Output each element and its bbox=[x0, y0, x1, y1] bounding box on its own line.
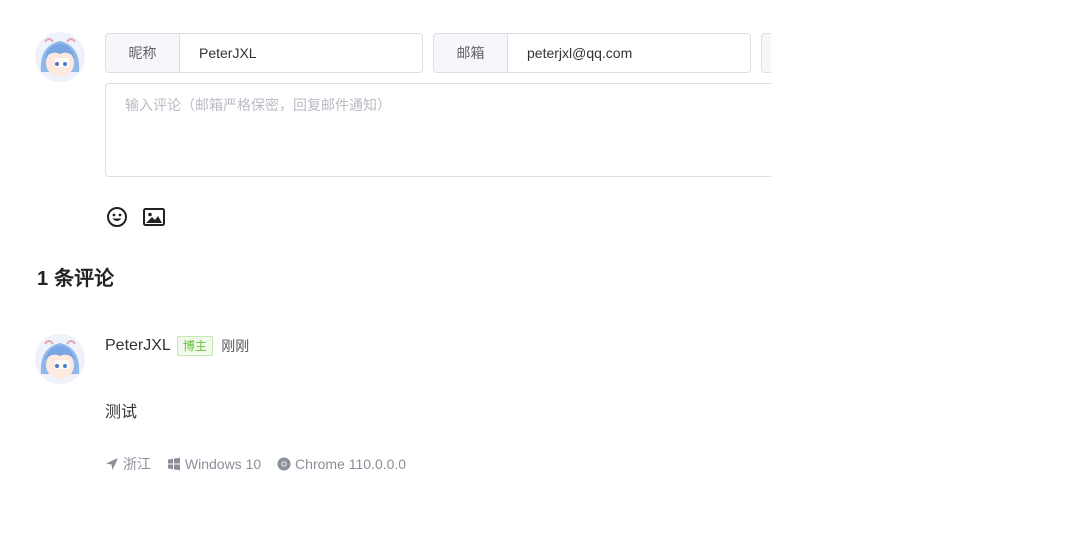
admin-badge: 博主 bbox=[176, 336, 213, 356]
comment-textarea[interactable]: 输入评论（邮箱严格保密，回复邮件通知） bbox=[105, 83, 786, 177]
nickname-field[interactable]: 昵称 bbox=[105, 33, 423, 73]
location-meta: 浙江 bbox=[105, 454, 151, 474]
comment-header: PeterJXL 博主 刚刚 bbox=[105, 336, 249, 358]
nickname-input[interactable] bbox=[199, 34, 399, 72]
comment-count-label: 条评论 bbox=[54, 268, 115, 290]
emoji-icon[interactable] bbox=[106, 206, 128, 228]
comment-author-avatar[interactable] bbox=[35, 334, 85, 384]
os-meta: Windows 10 bbox=[167, 456, 261, 472]
email-input[interactable] bbox=[527, 34, 727, 72]
user-avatar bbox=[35, 32, 85, 82]
location-arrow-icon bbox=[106, 458, 118, 470]
nickname-label: 昵称 bbox=[106, 34, 180, 72]
windows-icon bbox=[167, 457, 180, 471]
email-field[interactable]: 邮箱 bbox=[433, 33, 751, 73]
avatar-image-icon bbox=[35, 32, 85, 82]
clipped-area bbox=[771, 0, 1067, 536]
image-upload-icon[interactable] bbox=[142, 206, 165, 228]
chrome-icon bbox=[277, 457, 291, 471]
avatar-image-icon bbox=[35, 334, 85, 384]
comment-count-title: 1 条评论 bbox=[37, 262, 114, 291]
browser-meta: Chrome 110.0.0.0 bbox=[277, 456, 406, 472]
email-label: 邮箱 bbox=[434, 34, 508, 72]
comment-placeholder: 输入评论（邮箱严格保密，回复邮件通知） bbox=[125, 97, 391, 113]
comment-count-number: 1 bbox=[37, 268, 49, 290]
comment-os: Windows 10 bbox=[184, 456, 262, 472]
comment-author-name[interactable]: PeterJXL bbox=[105, 337, 171, 354]
comment-meta: 浙江 Windows 10 Chrome 110.0.0.0 bbox=[105, 454, 418, 474]
comment-browser: Chrome 110.0.0.0 bbox=[295, 456, 407, 472]
comment-location: 浙江 bbox=[123, 456, 151, 472]
comment-time: 刚刚 bbox=[221, 338, 250, 354]
comment-content: 测试 bbox=[105, 404, 138, 421]
